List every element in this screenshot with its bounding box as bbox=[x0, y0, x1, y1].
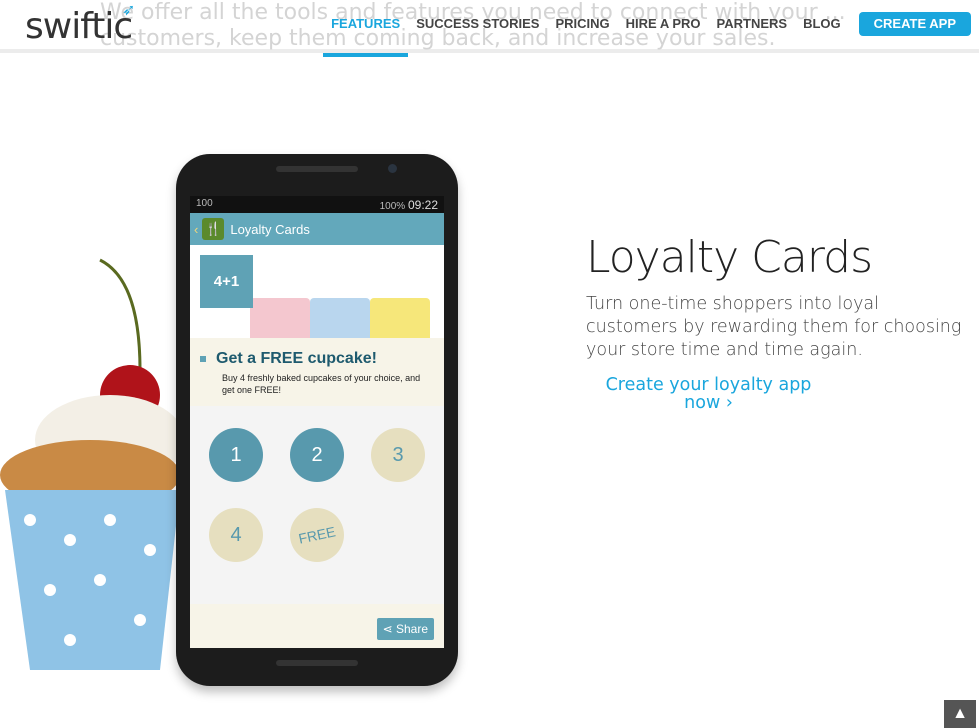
bottom-speaker bbox=[276, 660, 358, 666]
create-loyalty-app-link[interactable]: Create your loyalty app now › bbox=[586, 376, 831, 412]
stamp-1[interactable]: 1 bbox=[209, 428, 263, 482]
main-nav: FEATURES SUCCESS STORIES PRICING HIRE A … bbox=[315, 9, 971, 57]
nav-partners[interactable]: PARTNERS bbox=[717, 9, 788, 39]
scroll-to-top-button[interactable]: ▲ bbox=[944, 700, 976, 728]
logo-text: swiftic bbox=[25, 6, 133, 47]
cupcakes-banner: 4+1 bbox=[190, 245, 444, 338]
screen-footer: ⋖ Share bbox=[190, 604, 444, 648]
share-icon: ⋖ bbox=[382, 622, 396, 636]
nav-features[interactable]: FEATURES bbox=[323, 9, 409, 57]
chevron-up-icon: ▲ bbox=[952, 705, 968, 722]
fork-knife-icon: 🍴 bbox=[202, 218, 225, 240]
stamp-free[interactable]: FREE bbox=[284, 502, 350, 568]
battery-level: 100% bbox=[379, 201, 406, 212]
logo[interactable]: swiftic ➶ bbox=[25, 0, 135, 47]
app-title: Loyalty Cards bbox=[230, 221, 310, 237]
phone-mockup: 100 100% 09:22 ‹ 🍴 Loyalty Cards 4+1 Get a … bbox=[176, 154, 458, 686]
nav-blog[interactable]: BLOG bbox=[803, 9, 841, 39]
camera bbox=[388, 164, 397, 173]
offer-text: Buy 4 freshly baked cupcakes of your cho… bbox=[222, 373, 421, 395]
stamp-2[interactable]: 2 bbox=[290, 428, 344, 482]
back-icon[interactable]: ‹ bbox=[194, 222, 198, 237]
status-bar: 100 100% 09:22 bbox=[190, 196, 444, 213]
offer-title: Get a FREE cupcake! bbox=[200, 350, 434, 368]
share-label: Share bbox=[395, 622, 428, 636]
create-app-button[interactable]: CREATE APP bbox=[858, 12, 971, 36]
bird-icon: ➶ bbox=[122, 0, 135, 19]
status-time: 09:22 bbox=[407, 198, 438, 212]
stamp-3[interactable]: 3 bbox=[371, 428, 425, 482]
app-bar: ‹ 🍴 Loyalty Cards bbox=[190, 213, 444, 245]
phone-screen: 100 100% 09:22 ‹ 🍴 Loyalty Cards 4+1 Get a … bbox=[190, 196, 444, 648]
status-left: 100 bbox=[196, 198, 213, 209]
share-button[interactable]: ⋖ Share bbox=[376, 618, 434, 640]
speaker bbox=[276, 166, 358, 172]
nav-pricing[interactable]: PRICING bbox=[555, 9, 609, 39]
offer-section: Get a FREE cupcake! Buy 4 freshly baked … bbox=[190, 338, 444, 406]
stamp-4[interactable]: 4 bbox=[209, 508, 263, 562]
cupcake-image bbox=[0, 258, 185, 670]
nav-success-stories[interactable]: SUCCESS STORIES bbox=[416, 9, 539, 39]
stamp-card: 1 2 3 4 FREE bbox=[190, 406, 444, 596]
feature-title: Loyalty Cards bbox=[586, 232, 873, 283]
nav-hire-a-pro[interactable]: HIRE A PRO bbox=[626, 9, 701, 39]
feature-description: Turn one-time shoppers into loyal custom… bbox=[586, 294, 962, 360]
offer-badge: 4+1 bbox=[200, 255, 253, 308]
feature-copy: Loyalty Cards Turn one-time shoppers int… bbox=[586, 232, 966, 412]
